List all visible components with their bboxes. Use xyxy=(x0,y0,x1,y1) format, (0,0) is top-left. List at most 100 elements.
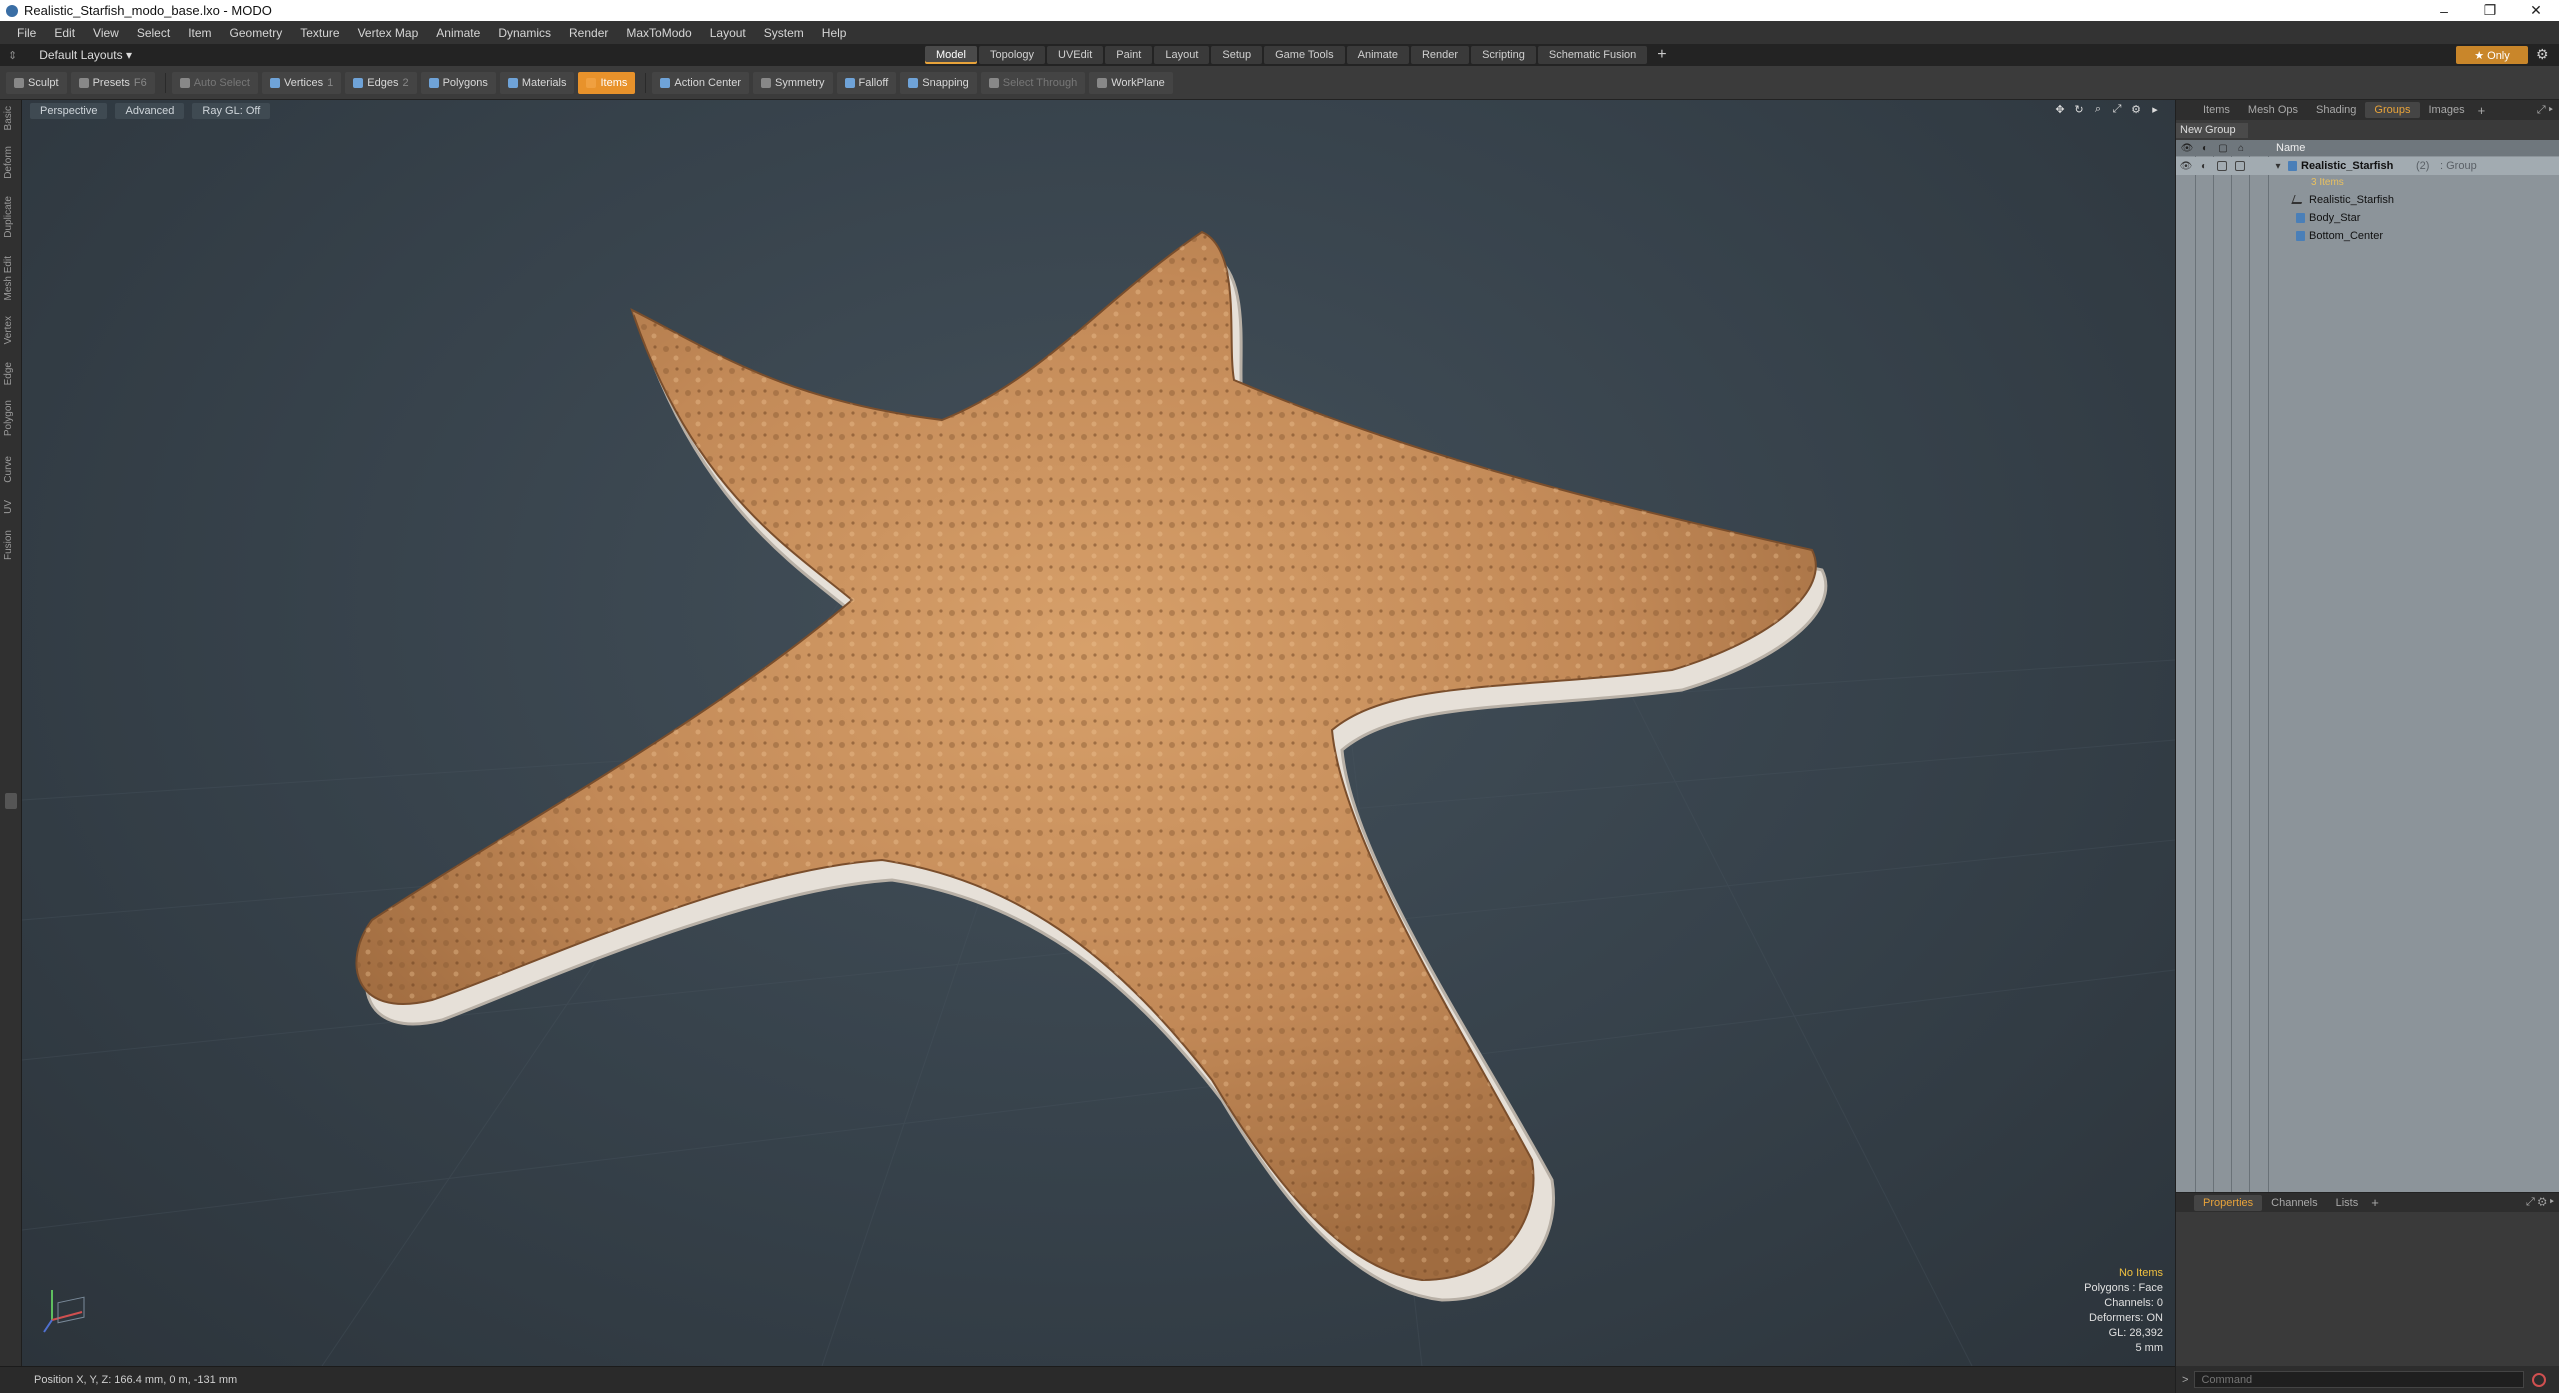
new-group-button[interactable]: New Group xyxy=(2176,122,2248,138)
tab-mesh-ops[interactable]: Mesh Ops xyxy=(2239,102,2307,118)
tab-uvedit[interactable]: UVEdit xyxy=(1047,46,1104,64)
menu-dynamics[interactable]: Dynamics xyxy=(489,26,560,40)
tab-layout[interactable]: Layout xyxy=(1154,46,1210,64)
gear-icon[interactable]: ⚙ xyxy=(2536,46,2549,63)
viewport-settings-icon[interactable]: ⚙ xyxy=(2130,103,2142,116)
tab-channels[interactable]: Channels xyxy=(2262,1195,2326,1211)
tab-game-tools[interactable]: Game Tools xyxy=(1264,46,1345,64)
tab-groups[interactable]: Groups xyxy=(2365,102,2420,118)
command-input[interactable] xyxy=(2194,1371,2525,1388)
tab-setup[interactable]: Setup xyxy=(1211,46,1263,64)
falloff-button[interactable]: Falloff xyxy=(836,71,897,94)
move-view-icon[interactable]: ✥ xyxy=(2054,103,2066,116)
menu-layout[interactable]: Layout xyxy=(701,26,755,40)
tab-schematic-fusion[interactable]: Schematic Fusion xyxy=(1537,46,1648,64)
lock-column-icon[interactable]: ▢ xyxy=(2216,142,2230,154)
strip-tab-fusion[interactable]: Fusion xyxy=(3,530,14,560)
viewport-canvas[interactable] xyxy=(22,100,2175,1366)
render-toggle-icon[interactable]: ◐ xyxy=(2198,160,2210,172)
menu-animate[interactable]: Animate xyxy=(427,26,489,40)
strip-tab-curve[interactable]: Curve xyxy=(3,456,14,483)
shading-mode-button[interactable]: Advanced xyxy=(115,103,185,119)
strip-collapse-toggle[interactable] xyxy=(5,793,17,809)
symmetry-button[interactable]: Symmetry xyxy=(753,71,833,94)
lock-toggle[interactable] xyxy=(2217,161,2227,171)
menu-view[interactable]: View xyxy=(84,26,128,40)
menu-vertex-map[interactable]: Vertex Map xyxy=(349,26,428,40)
menu-bar: File Edit View Select Item Geometry Text… xyxy=(0,21,2559,44)
add-tab-button[interactable]: + xyxy=(1657,46,1666,64)
restore-button[interactable]: ❐ xyxy=(2467,0,2513,21)
strip-tab-deform[interactable]: Deform xyxy=(3,146,14,179)
select-through-button[interactable]: Select Through xyxy=(980,71,1086,94)
tab-lists[interactable]: Lists xyxy=(2327,1195,2368,1211)
menu-file[interactable]: File xyxy=(8,26,45,40)
tab-animate[interactable]: Animate xyxy=(1346,46,1409,64)
menu-geometry[interactable]: Geometry xyxy=(221,26,292,40)
tab-shading[interactable]: Shading xyxy=(2307,102,2365,118)
auto-select-button[interactable]: Auto Select xyxy=(171,71,258,94)
menu-help[interactable]: Help xyxy=(813,26,856,40)
zoom-view-icon[interactable]: ⌕ xyxy=(2092,103,2104,115)
strip-tab-vertex[interactable]: Vertex xyxy=(3,316,14,344)
items-button[interactable]: Items xyxy=(578,71,636,94)
pin-icon[interactable]: ⇕ xyxy=(8,49,17,62)
action-center-button[interactable]: Action Center xyxy=(652,71,750,94)
menu-edit[interactable]: Edit xyxy=(45,26,84,40)
materials-button[interactable]: Materials xyxy=(499,71,575,94)
vertices-button[interactable]: Vertices 1 xyxy=(261,71,342,94)
workplane-button[interactable]: WorkPlane xyxy=(1089,71,1173,94)
tab-model[interactable]: Model xyxy=(925,46,977,64)
tab-render[interactable]: Render xyxy=(1410,46,1470,64)
tab-paint[interactable]: Paint xyxy=(1105,46,1153,64)
vertices-label: Vertices xyxy=(283,76,324,89)
sculpt-button[interactable]: Sculpt xyxy=(6,71,67,94)
polygons-button[interactable]: Polygons xyxy=(420,71,496,94)
strip-tab-duplicate[interactable]: Duplicate xyxy=(3,196,14,238)
only-toggle-button[interactable]: ★ Only xyxy=(2456,46,2528,64)
expand-panel-icon[interactable]: ⤢ ▸ xyxy=(2537,104,2553,117)
menu-render[interactable]: Render xyxy=(560,26,617,40)
layout-selector[interactable]: ⇕ Default Layouts ▾ xyxy=(0,48,240,62)
stop-command-icon[interactable] xyxy=(2532,1372,2547,1387)
strip-tab-basic[interactable]: Basic xyxy=(3,106,14,130)
menu-item[interactable]: Item xyxy=(179,26,220,40)
add-properties-tab-button[interactable]: + xyxy=(2371,1195,2379,1210)
tab-properties[interactable]: Properties xyxy=(2194,1194,2263,1211)
strip-tab-edge[interactable]: Edge xyxy=(3,362,14,385)
view-mode-button[interactable]: Perspective xyxy=(30,103,108,119)
snapping-button[interactable]: Snapping xyxy=(900,71,977,94)
presets-button[interactable]: Presets F6 xyxy=(70,71,155,94)
edges-button[interactable]: Edges 2 xyxy=(345,71,417,94)
menu-maxtomodo[interactable]: MaxToModo xyxy=(617,26,700,40)
list-item[interactable]: Realistic_Starfish xyxy=(2176,191,2559,209)
menu-texture[interactable]: Texture xyxy=(291,26,348,40)
close-button[interactable]: ✕ xyxy=(2513,0,2559,21)
list-item[interactable]: Body_Star xyxy=(2176,209,2559,227)
properties-expand-icon[interactable]: ⤢ ⚙ ▸ xyxy=(2526,1196,2554,1209)
menu-system[interactable]: System xyxy=(755,26,813,40)
visibility-toggle-icon[interactable]: 👁 xyxy=(2180,160,2193,172)
tab-items[interactable]: Items xyxy=(2194,102,2239,118)
list-item[interactable]: Bottom_Center xyxy=(2176,227,2559,245)
strip-tab-mesh-edit[interactable]: Mesh Edit xyxy=(3,256,14,300)
strip-tab-uv[interactable]: UV xyxy=(3,500,14,514)
visibility-column-icon[interactable]: 👁 xyxy=(2180,142,2194,154)
raygl-button[interactable]: Ray GL: Off xyxy=(192,103,271,119)
viewport-menu-icon[interactable]: ▸ xyxy=(2149,103,2161,116)
collapse-arrow-icon[interactable]: ▾ xyxy=(2272,160,2284,172)
minimize-button[interactable]: – xyxy=(2421,0,2467,21)
fit-view-icon[interactable]: ⤢ xyxy=(2111,103,2123,115)
select-column-icon[interactable]: ⌂ xyxy=(2234,142,2248,154)
rotate-view-icon[interactable]: ↻ xyxy=(2073,103,2085,116)
strip-tab-polygon[interactable]: Polygon xyxy=(3,400,14,436)
tab-scripting[interactable]: Scripting xyxy=(1471,46,1536,64)
command-history-icon[interactable]: > xyxy=(2182,1374,2188,1386)
render-column-icon[interactable]: ◐ xyxy=(2198,142,2212,154)
tab-images[interactable]: Images xyxy=(2420,102,2474,118)
tab-topology[interactable]: Topology xyxy=(978,46,1046,64)
3d-viewport[interactable]: Perspective Advanced Ray GL: Off ✥ ↻ ⌕ ⤢… xyxy=(22,100,2175,1366)
add-panel-tab-button[interactable]: + xyxy=(2478,103,2486,118)
menu-select[interactable]: Select xyxy=(128,26,179,40)
select-toggle[interactable] xyxy=(2235,161,2245,171)
